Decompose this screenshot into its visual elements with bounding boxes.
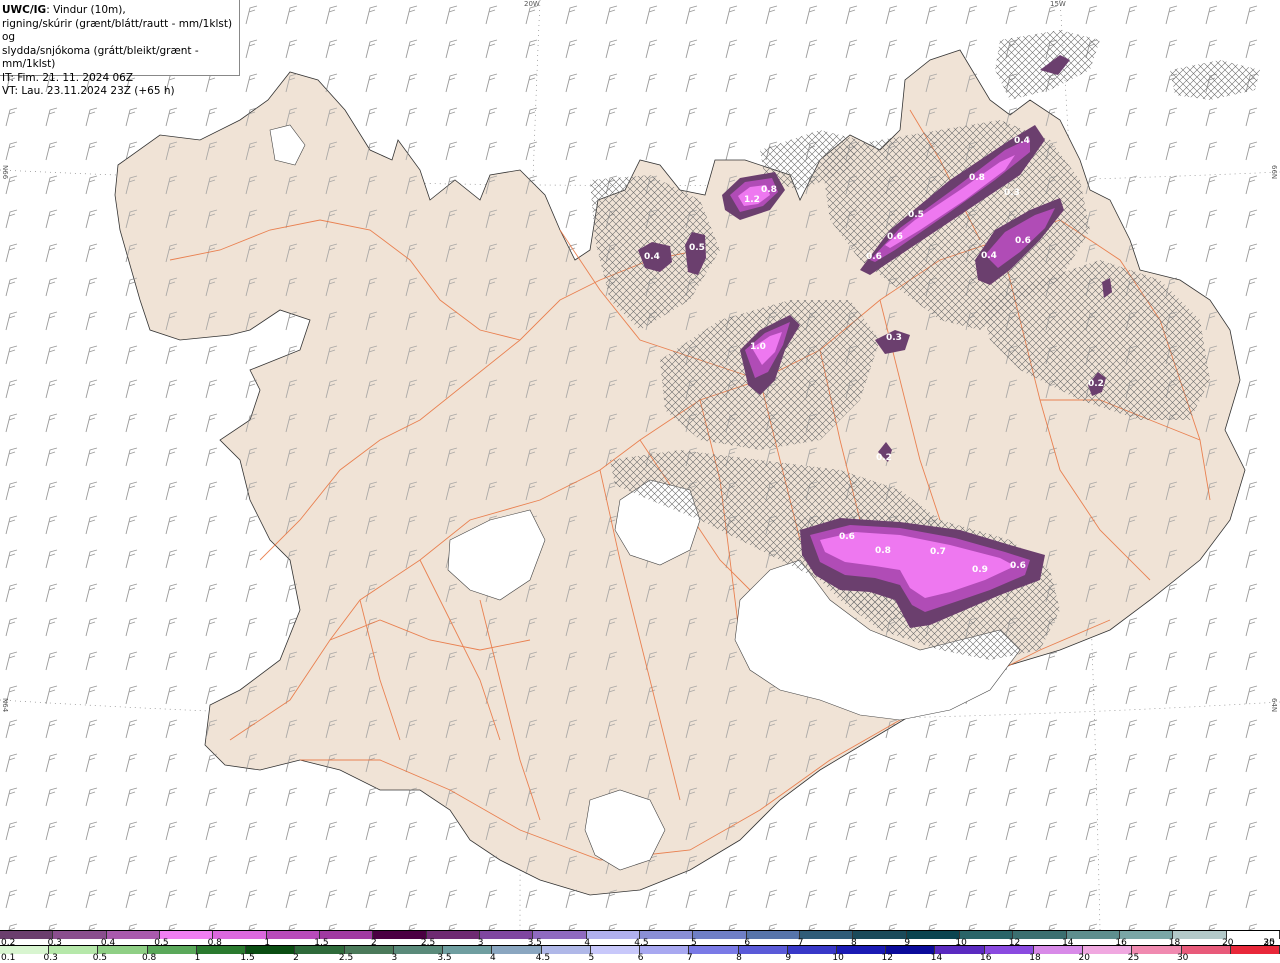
legend-tick-label: 14 [930, 953, 943, 963]
info-box: UWC/IG: Vindur (10m), rigning/skúrir (gr… [0, 0, 240, 97]
precip-label: 0.6 [887, 232, 903, 242]
legend-tick-label: 4 [490, 953, 496, 963]
legend-tick-label: 0.8 [141, 953, 157, 963]
legend-tick-label: 30 [1176, 953, 1189, 963]
desc-line3: slydda/snjókoma (grátt/bleikt/grænt - mm… [2, 44, 199, 71]
legend-tick-label: 9 [785, 953, 792, 963]
precip-label: 0.8 [761, 185, 777, 195]
legend-tick-label: 3 [391, 953, 398, 963]
precip-label: 0.5 [908, 210, 924, 220]
legend-tick-label: 0.3 [43, 953, 58, 963]
precip-label: 0.4 [981, 251, 997, 261]
legend-tick-label: 16 [980, 953, 992, 963]
legend-tick-label: 7 [686, 953, 693, 963]
init-time: IT: Fim. 21. 11. 2024 06Z [2, 71, 134, 84]
precip-label: 0.7 [930, 547, 946, 557]
legend-tick-label: 6 [637, 953, 644, 963]
precip-label: 0.6 [1010, 561, 1026, 571]
legend-tick-label: 10 [832, 953, 844, 963]
precip-label: 0.6 [866, 252, 882, 262]
precip-label: 0.3 [1004, 188, 1020, 198]
legend-tick-label: 1 [194, 953, 201, 963]
lon-label-15w: 15W [1050, 0, 1066, 8]
lat-label-66n-right: 66N [1270, 165, 1278, 180]
precip-label: 0.8 [875, 546, 891, 556]
precip-label: 0.5 [689, 243, 705, 253]
legend-tick-label: 25 [1127, 953, 1140, 963]
precip-label: 0.2 [876, 453, 892, 463]
legend-tick-label: 3.5 [437, 953, 452, 963]
lat-label-64n-right: 64N [1270, 698, 1278, 713]
precip-label: 0.8 [969, 173, 985, 183]
legend-tick-label: 2 [293, 953, 299, 963]
precip-label: 0.3 [886, 333, 902, 343]
legend-tick-label: 1.5 [240, 953, 255, 963]
legend-tick-label: 0.5 [92, 953, 108, 963]
precip-label: 0.2 [1088, 379, 1104, 389]
lat-label-66n-left: N66 [1, 165, 9, 180]
rain-legend: 0.1 0.3 0.5 0.8 1 1.5 2 2.5 3 3.5 4 4.5 5 6 7 8 9 10 12 14 1… [0, 945, 1280, 963]
precip-label: 0.4 [644, 252, 660, 262]
model-name: UWC/IG [2, 4, 47, 16]
legend-tick-label: 4.5 [535, 953, 551, 963]
lon-label-20w: 20W [524, 0, 540, 8]
legend-tick-label: 5 [588, 953, 595, 963]
desc-line2: rigning/skúrir (grænt/blátt/rautt - mm/1… [2, 17, 233, 44]
legend-tick-label: 20 [1078, 953, 1090, 963]
weather-map: 0.4 0.8 0.3 0.5 0.6 0.6 0.6 0.4 0.8 1.2 … [0, 0, 1280, 930]
precip-label: 0.6 [839, 532, 855, 542]
snow-legend: 0.2 0.3 0.4 0.5 0.8 1 1.5 2 2.5 3 3.5 4 4.5 5 6 7 8 9 10 12… [0, 930, 1280, 948]
precip-label: 0.4 [1014, 136, 1030, 146]
legend-tick-label: 0.1 [1, 953, 16, 963]
legend-tick-label: 18 [1029, 953, 1041, 963]
precip-label: 0.9 [972, 565, 988, 575]
valid-time: VT: Lau. 23.11.2024 23Z (+65 h) [2, 85, 175, 97]
desc-line1: : Vindur (10m), [46, 4, 126, 16]
lat-label-64n-left: N64 [1, 698, 9, 713]
precip-label: 0.6 [1015, 236, 1031, 246]
legend-tick-label: 12 [881, 953, 894, 963]
precip-label: 1.0 [750, 342, 766, 352]
precip-label: 1.2 [744, 195, 760, 205]
rain-legend-labels: 0.1 0.3 0.5 0.8 1 1.5 2 2.5 3 3.5 4 4.5 5 6 7 8 9 10 12 14 1… [0, 953, 1280, 963]
legend-tick-label: 2.5 [338, 953, 354, 963]
legend-tick-label: 8 [736, 953, 742, 963]
